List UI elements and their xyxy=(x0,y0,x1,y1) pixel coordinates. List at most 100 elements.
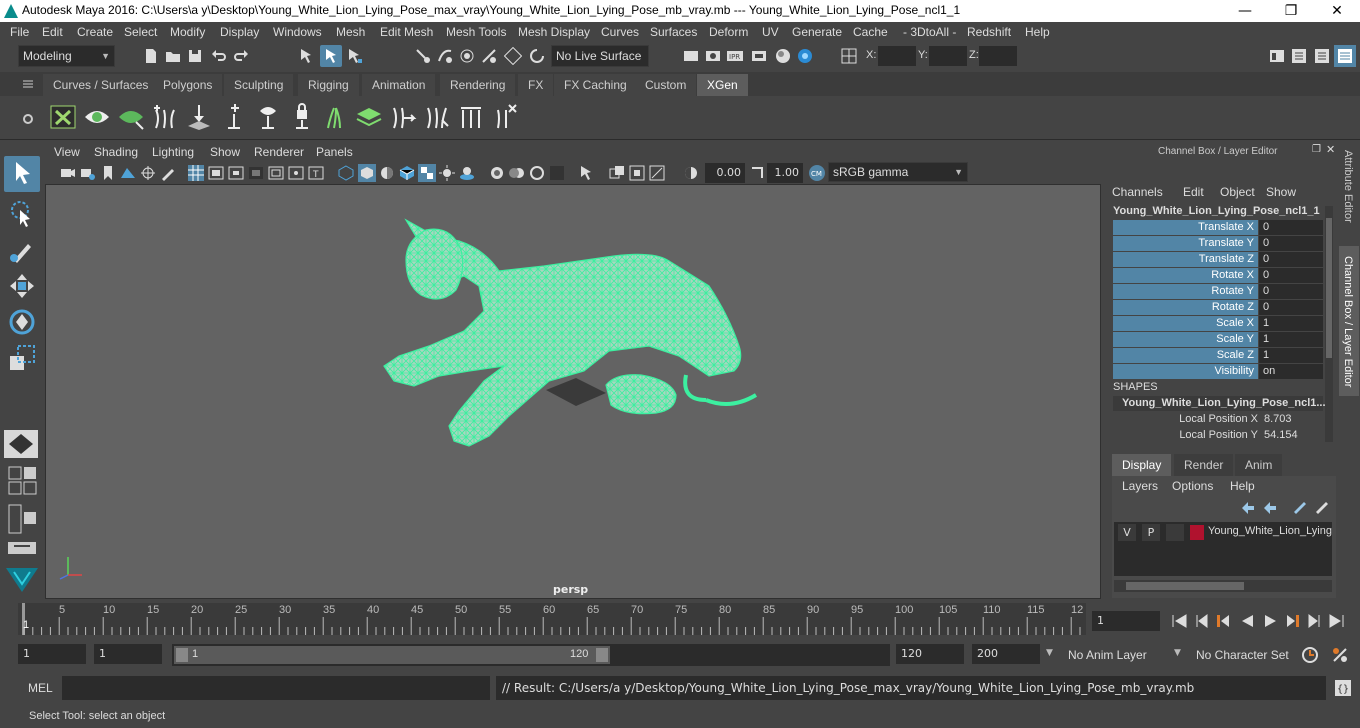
tab-anim[interactable]: Anim xyxy=(1235,454,1283,476)
layers-menu[interactable]: Layers xyxy=(1122,479,1158,493)
gate-mask-icon[interactable] xyxy=(247,164,265,182)
channel-box-tab[interactable]: Channel Box / Layer Editor xyxy=(1339,246,1359,396)
wireframe-shading-icon[interactable] xyxy=(337,164,355,182)
attr-row-rotate-z[interactable]: Rotate Z0 xyxy=(1113,300,1323,316)
gamma-input[interactable]: 1.00 xyxy=(767,163,803,183)
camera-lock-icon[interactable] xyxy=(79,164,97,182)
tab-xgen[interactable]: XGen xyxy=(697,74,748,96)
auto-key-icon[interactable] xyxy=(1300,645,1320,665)
four-view-layout-icon[interactable] xyxy=(8,466,38,496)
menu-modify[interactable]: Modify xyxy=(170,25,205,39)
guide-visibility-icon[interactable] xyxy=(252,102,282,132)
render-view-icon[interactable] xyxy=(682,47,700,65)
tab-animation[interactable]: Animation xyxy=(362,74,436,96)
lasso-tool-icon[interactable] xyxy=(6,198,38,230)
smooth-shade-all-icon[interactable] xyxy=(358,164,376,182)
current-frame-input[interactable]: 1 xyxy=(1092,611,1160,631)
range-start-handle[interactable] xyxy=(176,648,188,662)
snap-projected-center-icon[interactable] xyxy=(480,47,498,65)
normalize-guides-icon[interactable] xyxy=(456,102,486,132)
mode-dropdown[interactable]: Modeling ▼ xyxy=(18,45,115,67)
menu-select[interactable]: Select xyxy=(124,25,157,39)
menu-redshift[interactable]: Redshift xyxy=(967,25,1011,39)
patch-layers-icon[interactable] xyxy=(354,102,384,132)
layer-display-type-toggle[interactable] xyxy=(1166,524,1184,541)
channels-show-menu[interactable]: Show xyxy=(1266,185,1296,199)
go-to-start-icon[interactable] xyxy=(1170,613,1188,629)
attr-value[interactable]: 1 xyxy=(1259,332,1323,347)
character-set-dropdown[interactable]: No Character Set xyxy=(1190,644,1290,666)
save-scene-icon[interactable] xyxy=(186,47,204,65)
end-time-input[interactable]: 200 xyxy=(972,644,1040,664)
attr-value[interactable]: 1 xyxy=(1259,348,1323,363)
layer-h-scrollbar[interactable] xyxy=(1114,580,1332,592)
float-panel-icon[interactable]: ❐ xyxy=(1312,144,1321,155)
exposure-icon[interactable] xyxy=(682,164,700,182)
channels-edit-menu[interactable]: Edit xyxy=(1183,185,1204,199)
range-end-handle[interactable] xyxy=(596,648,608,662)
move-tool-icon[interactable] xyxy=(6,270,38,302)
delete-guides-icon[interactable] xyxy=(490,102,520,132)
tab-rendering[interactable]: Rendering xyxy=(440,74,516,96)
layer-playback-toggle[interactable]: P xyxy=(1142,524,1160,541)
toggle-attribute-editor-icon[interactable] xyxy=(1313,47,1331,65)
render-settings-icon[interactable] xyxy=(750,47,768,65)
rotate-tool-icon[interactable] xyxy=(6,306,38,338)
shape-attr-value[interactable]: 54.154 xyxy=(1264,429,1298,441)
new-layer-selected-icon[interactable] xyxy=(1314,500,1330,514)
step-back-icon[interactable] xyxy=(1192,613,1210,629)
menu-3dtoall[interactable]: - 3DtoAll - xyxy=(903,25,956,39)
gamma-icon[interactable] xyxy=(748,164,766,182)
make-live-icon[interactable] xyxy=(528,47,546,65)
toggle-modeling-toolkit-icon[interactable] xyxy=(1290,47,1308,65)
camera-attributes-icon[interactable] xyxy=(59,164,77,182)
3d-viewport[interactable]: persp xyxy=(45,184,1101,599)
attr-row-translate-x[interactable]: Translate X0 xyxy=(1113,220,1323,236)
menu-mesh-tools[interactable]: Mesh Tools xyxy=(446,25,506,39)
grease-pencil-icon[interactable] xyxy=(159,164,177,182)
undo-icon[interactable] xyxy=(210,47,228,65)
panel-menu-shading[interactable]: Shading xyxy=(94,145,138,159)
open-scene-icon[interactable] xyxy=(164,47,182,65)
move-layer-up-icon[interactable] xyxy=(1240,500,1256,514)
outliner-layout-icon[interactable] xyxy=(6,540,38,556)
tab-rigging[interactable]: Rigging xyxy=(298,74,359,96)
layer-row[interactable]: V P Young_White_Lion_Lying xyxy=(1116,524,1332,542)
shadows-icon[interactable] xyxy=(458,164,476,182)
xgen-clear-preview-icon[interactable] xyxy=(116,102,146,132)
channels-menu[interactable]: Channels xyxy=(1112,185,1163,199)
new-scene-icon[interactable] xyxy=(142,47,160,65)
menu-cache[interactable]: Cache xyxy=(853,25,888,39)
safe-title-icon[interactable]: T xyxy=(307,164,325,182)
minimize-button[interactable]: — xyxy=(1222,0,1268,22)
snap-grid-icon[interactable] xyxy=(414,47,432,65)
menu-edit-mesh[interactable]: Edit Mesh xyxy=(380,25,433,39)
step-forward-icon[interactable] xyxy=(1306,613,1324,629)
attr-row-scale-y[interactable]: Scale Y1 xyxy=(1113,332,1323,348)
tab-display[interactable]: Display xyxy=(1112,454,1172,476)
shelf-settings-gear-icon[interactable] xyxy=(22,113,34,125)
range-bar[interactable]: 1 120 xyxy=(174,646,610,664)
tab-fx[interactable]: FX xyxy=(518,74,554,96)
step-forward-key-icon[interactable] xyxy=(1284,613,1302,629)
go-to-end-icon[interactable] xyxy=(1328,613,1346,629)
timeline-track[interactable]: 1 5 10 15 20 25 30 35 40 45 50 55 60 65 … xyxy=(18,603,1086,635)
depth-of-field-icon[interactable] xyxy=(548,164,566,182)
shape-name-row[interactable]: Young_White_Lion_Lying_Pose_ncl1... xyxy=(1113,396,1326,411)
new-empty-layer-icon[interactable] xyxy=(1292,500,1308,514)
attr-value[interactable]: 0 xyxy=(1259,284,1323,299)
maximize-button[interactable]: ❐ xyxy=(1268,0,1314,22)
menu-uv[interactable]: UV xyxy=(762,25,779,39)
scale-tool-icon[interactable] xyxy=(6,342,38,374)
attr-value[interactable]: on xyxy=(1259,364,1323,379)
y-input[interactable] xyxy=(929,46,967,66)
xray-active-components-icon[interactable] xyxy=(628,164,646,182)
live-surface-field[interactable]: No Live Surface xyxy=(551,45,649,67)
colorspace-dropdown[interactable]: sRGB gamma ▼ xyxy=(828,162,968,182)
layer-color-swatch[interactable] xyxy=(1190,525,1204,540)
shelf-menu-icon[interactable] xyxy=(22,78,34,90)
textured-icon[interactable] xyxy=(418,164,436,182)
panel-menu-view[interactable]: View xyxy=(54,145,80,159)
tab-polygons[interactable]: Polygons xyxy=(153,74,223,96)
safe-action-icon[interactable] xyxy=(287,164,305,182)
